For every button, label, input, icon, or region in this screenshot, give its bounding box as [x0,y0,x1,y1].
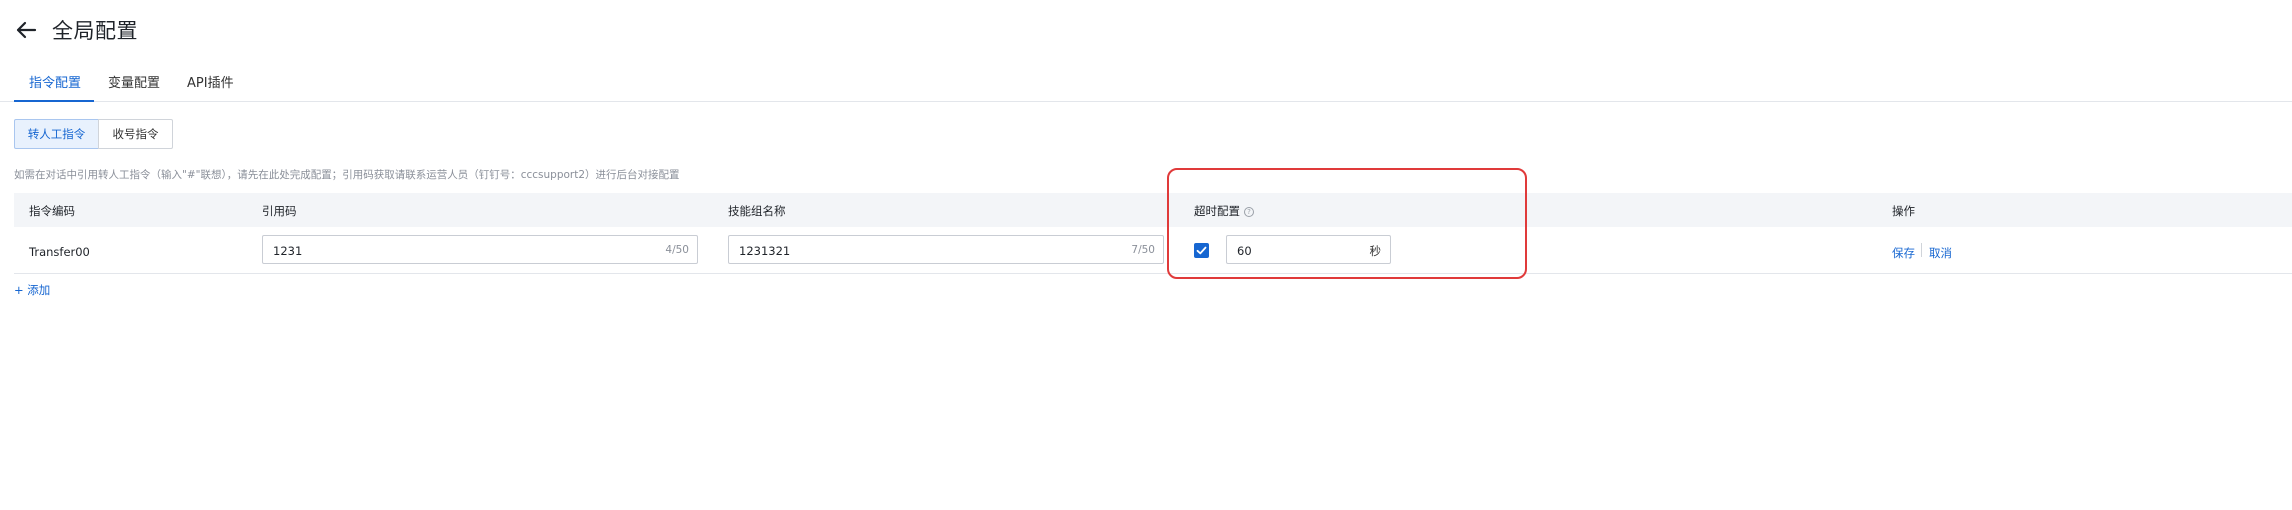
column-header-code: 指令编码 [29,204,75,218]
arrow-left-icon[interactable] [14,18,38,42]
ref-code-input[interactable]: 1231 4/50 [262,235,698,264]
tab-command-config[interactable]: 指令配置 [29,72,81,91]
table-row: Transfer00 1231 4/50 1231321 7/50 60 秒 保… [14,227,2292,274]
segment-number-command[interactable]: 收号指令 [98,119,173,149]
add-command-button[interactable]: + 添加 [14,282,50,298]
ref-code-char-count: 4/50 [665,244,689,256]
page-header: 全局配置 [14,14,138,46]
skill-group-value: 1231321 [739,244,791,258]
column-header-ops: 操作 [1892,204,1915,218]
tab-bar: 指令配置 变量配置 API插件 [0,64,2292,102]
column-header-ref: 引用码 [262,204,297,218]
ops-divider [1921,243,1922,257]
cell-command-code: Transfer00 [29,245,90,259]
tab-api-plugin[interactable]: API插件 [187,72,234,91]
segment-transfer-command[interactable]: 转人工指令 [14,119,99,149]
ref-code-value: 1231 [273,244,303,258]
tab-variable-config[interactable]: 变量配置 [108,72,160,91]
save-button[interactable]: 保存 [1892,245,1915,261]
cancel-button[interactable]: 取消 [1929,245,1952,261]
config-hint: 如需在对话中引用转人工指令（输入"#"联想），请先在此处完成配置；引用码获取请联… [14,169,680,181]
skill-group-input[interactable]: 1231321 7/50 [728,235,1164,264]
global-config-page: 全局配置 指令配置 变量配置 API插件 转人工指令 收号指令 如需在对话中引用… [0,0,2292,510]
active-tab-indicator [14,100,94,102]
column-header-skill: 技能组名称 [728,204,786,218]
table-header: 指令编码 引用码 技能组名称 超时配置? 操作 [14,193,2292,227]
page-title: 全局配置 [52,19,138,43]
timeout-highlight-box [1167,168,1527,279]
skill-group-char-count: 7/50 [1131,244,1155,256]
